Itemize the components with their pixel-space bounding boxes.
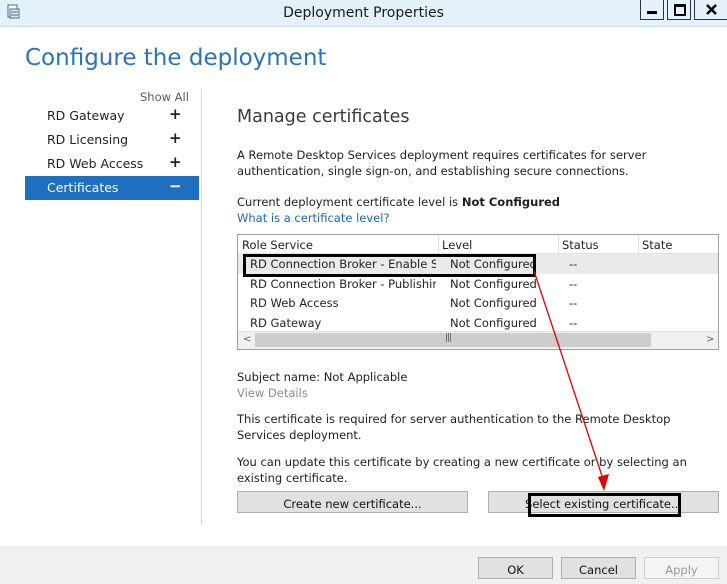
annotation-arrow (533, 270, 609, 491)
apply-button[interactable]: Apply (644, 557, 719, 579)
cancel-button[interactable]: Cancel (561, 557, 636, 579)
ok-button[interactable]: OK (478, 557, 553, 579)
